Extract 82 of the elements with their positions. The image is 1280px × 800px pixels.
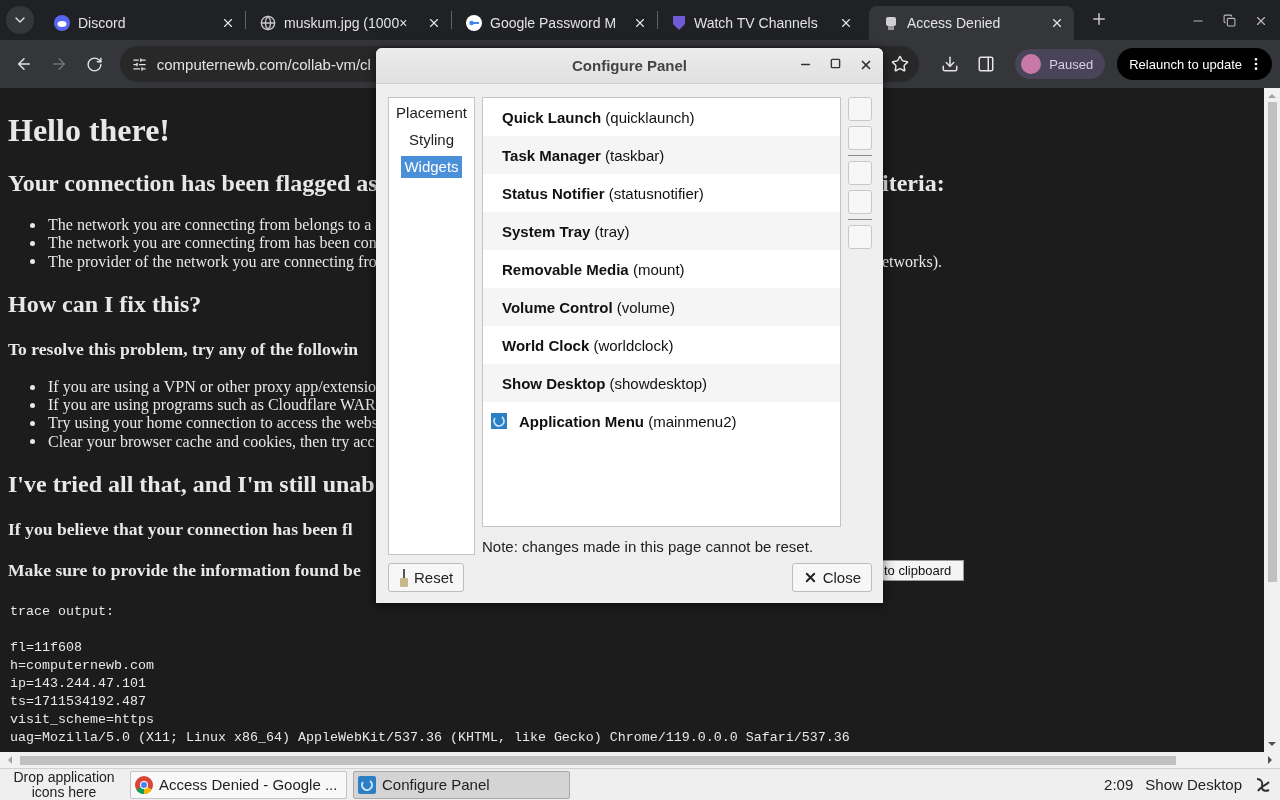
widget-row[interactable]: Volume Control (volume) xyxy=(483,288,840,326)
browser-tab[interactable]: Discord xyxy=(40,6,245,40)
bullet-dot xyxy=(30,421,35,427)
panel-app-icon xyxy=(358,775,376,794)
copy-button[interactable]: to clipboard xyxy=(882,559,965,581)
list-item-text: etworks). xyxy=(882,252,942,271)
side-panel-icon xyxy=(976,55,995,73)
reset-button[interactable]: Reset xyxy=(388,563,465,592)
trace-line: h=computernewb.com xyxy=(10,657,155,676)
bullet-dot xyxy=(30,222,35,228)
vertical-scrollbar[interactable] xyxy=(1264,88,1280,752)
swirl-logo-icon[interactable] xyxy=(1254,775,1272,794)
bookmark-star-icon[interactable] xyxy=(890,55,909,73)
key-icon xyxy=(466,15,482,31)
new-tab-icon[interactable] xyxy=(1090,10,1108,28)
trace-line: visit_scheme=https xyxy=(10,711,155,730)
list-item-text: The provider of the network you are connecting fro xyxy=(48,252,377,271)
reload-icon xyxy=(85,55,103,73)
bullet-dot xyxy=(30,439,35,445)
show-desktop-button[interactable]: Show Desktop xyxy=(1139,776,1248,793)
bullet-dot xyxy=(30,384,35,390)
bullet-dot xyxy=(30,402,35,408)
taskbar-button[interactable]: Configure Panel xyxy=(353,770,570,799)
tab-search-button[interactable] xyxy=(6,6,34,34)
chat-app-icon xyxy=(54,15,70,31)
horizontal-scrollbar[interactable] xyxy=(0,752,1280,768)
trace-line: fl=11f608 xyxy=(10,639,83,658)
close-icon[interactable] xyxy=(633,16,647,30)
heading: To resolve this problem, try any of the followin xyxy=(8,337,359,360)
browser-tab[interactable]: Google Password M xyxy=(452,6,657,40)
robot-icon xyxy=(883,15,899,31)
close-button[interactable]: Close xyxy=(791,563,872,592)
widget-row[interactable]: Task Manager (taskbar) xyxy=(483,136,840,174)
list-item-text: If you are using programs such as Cloudflare WAR xyxy=(48,396,376,415)
heading: iteria: xyxy=(882,169,945,198)
heading: Your connection has been flagged as xyxy=(8,169,378,198)
trace-title: trace output: xyxy=(10,603,115,622)
section-item[interactable]: Styling xyxy=(406,129,457,151)
close-icon[interactable] xyxy=(1254,14,1268,28)
relaunch-button[interactable]: Relaunch to update xyxy=(1117,48,1272,80)
avatar-icon xyxy=(1021,54,1042,74)
site-info-icon[interactable] xyxy=(131,56,147,72)
trace-line: ip=143.244.47.101 xyxy=(10,675,147,694)
heading: I've tried all that, and I'm still unab xyxy=(8,470,375,500)
heading: Hello there! xyxy=(8,111,170,150)
brush-icon xyxy=(399,568,409,587)
globe-icon xyxy=(260,15,276,31)
list-item-text: If you are using a VPN or other proxy app/extensio xyxy=(48,377,377,397)
browser-tab[interactable]: Watch TV Channels xyxy=(658,6,863,40)
menu-app-icon xyxy=(491,413,507,429)
close-icon[interactable] xyxy=(839,16,853,30)
note-text: Note: changes made in this page cannot be reset. xyxy=(482,538,815,555)
restore-icon[interactable] xyxy=(1223,14,1236,27)
trace-line: ts=1711534192.487 xyxy=(10,693,147,712)
list-item-text: The network you are connecting from belongs to a xyxy=(48,216,372,235)
shield-icon xyxy=(672,15,686,31)
close-icon[interactable] xyxy=(221,16,235,30)
close-icon[interactable] xyxy=(859,58,873,72)
launcher-hint: Drop application icons here xyxy=(12,769,116,800)
heading: Make sure to provide the information found be xyxy=(8,559,361,582)
heading: How can I fix this? xyxy=(8,289,202,319)
clock: 2:09 xyxy=(1104,776,1134,793)
profile-button[interactable]: Paused xyxy=(1015,49,1106,79)
url-text: computernewb.com/collab-vm/cl xyxy=(156,55,371,73)
list-item-text: Clear your browser cache and cookies, then try acc xyxy=(48,432,375,452)
browser-icon xyxy=(135,775,153,794)
bullet-dot xyxy=(30,259,35,265)
section-item[interactable]: Placement xyxy=(393,102,470,124)
taskbar-button[interactable]: Access Denied - Google ... xyxy=(130,770,347,799)
close-icon[interactable] xyxy=(1050,16,1064,30)
maximize-icon[interactable] xyxy=(830,58,841,69)
bullet-dot xyxy=(30,240,35,246)
dialog-title: Configure Panel xyxy=(572,57,687,74)
trace-line: uag=Mozilla/5.0 (X11; Linux x86_64) AppleWebKit/537.36 (KHTML, like Gecko) Chrome/119.0.0.0 Safari/537.36 xyxy=(10,729,851,748)
heading: If you believe that your connection has been fl xyxy=(8,518,353,541)
browser-tab[interactable]: Access Denied xyxy=(869,6,1074,40)
download-icon xyxy=(941,55,960,73)
browser-tab[interactable]: muskum.jpg (1000× xyxy=(246,6,451,40)
widget-row[interactable]: System Tray (tray) xyxy=(483,212,840,250)
list-item-text: The network you are connecting from has been con xyxy=(48,234,377,253)
close-icon[interactable] xyxy=(427,16,441,30)
widget-row[interactable]: Show Desktop (showdesktop) xyxy=(483,364,840,402)
